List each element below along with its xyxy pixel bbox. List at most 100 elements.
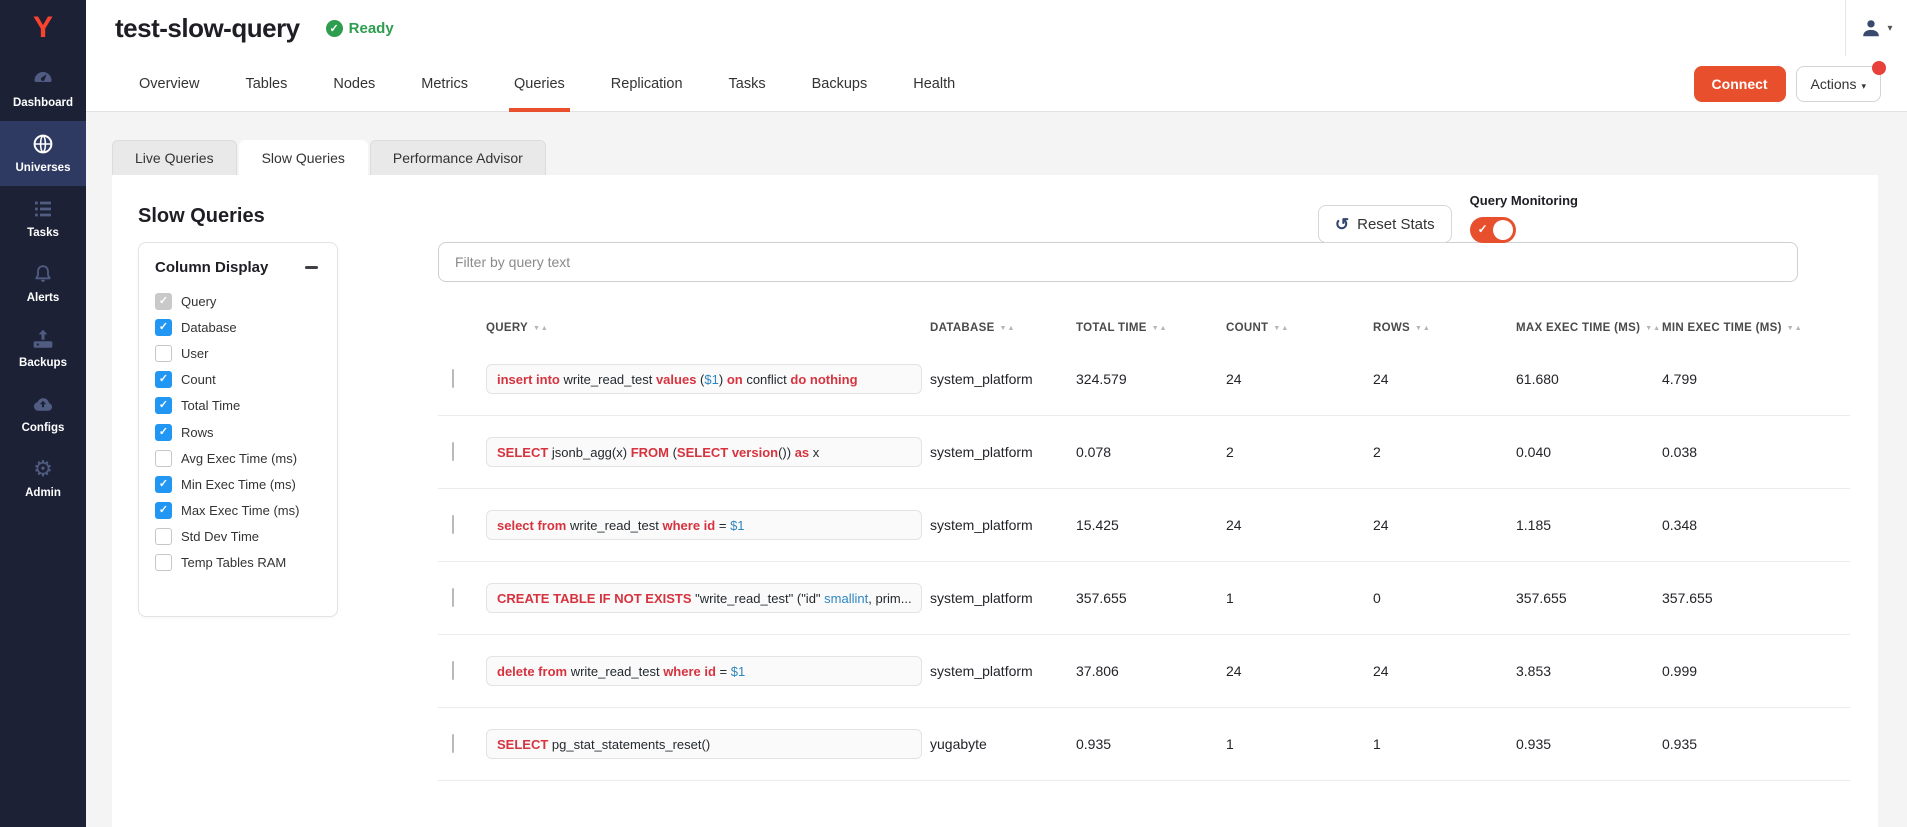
row-checkbox[interactable]: [452, 442, 454, 461]
reset-stats-button[interactable]: ↺ Reset Stats: [1318, 205, 1452, 243]
column-option-query[interactable]: ✓ Query: [155, 288, 321, 314]
query-monitoring-toggle[interactable]: ✓: [1470, 217, 1516, 243]
subtab-performance-advisor[interactable]: Performance Advisor: [370, 140, 546, 175]
checkbox[interactable]: ✓: [155, 319, 172, 336]
sort-icon[interactable]: ▼▲: [1645, 325, 1661, 332]
app-window: Y Dashboard Universes Tasks Alerts Backu…: [0, 0, 1907, 827]
nav-tab-nodes[interactable]: Nodes: [310, 56, 398, 112]
checkbox[interactable]: ✓: [155, 397, 172, 414]
query-code[interactable]: CREATE TABLE IF NOT EXISTS "write_read_t…: [486, 583, 922, 613]
rows-cell: 24: [1373, 517, 1516, 533]
total-time-cell: 0.935: [1076, 736, 1226, 752]
checkbox[interactable]: ✓: [155, 528, 172, 545]
checkbox[interactable]: ✓: [155, 502, 172, 519]
column-option-label: Query: [181, 294, 216, 309]
column-option-min-exec-time-ms[interactable]: ✓ Min Exec Time (ms): [155, 471, 321, 497]
actions-button-label: Actions: [1811, 76, 1857, 92]
sidebar-item-configs[interactable]: Configs: [0, 381, 86, 446]
column-header-max-exec-time-ms[interactable]: MAX EXEC TIME (MS) ▼▲: [1516, 322, 1662, 334]
nav-tab-overview[interactable]: Overview: [116, 56, 222, 112]
nav-tab-health[interactable]: Health: [890, 56, 978, 112]
min-exec-time-cell: 357.655: [1662, 590, 1848, 606]
sort-icon[interactable]: ▼▲: [1415, 325, 1431, 332]
column-option-avg-exec-time-ms[interactable]: ✓ Avg Exec Time (ms): [155, 445, 321, 471]
checkbox[interactable]: ✓: [155, 424, 172, 441]
column-header-min-exec-time-ms[interactable]: MIN EXEC TIME (MS) ▼▲: [1662, 322, 1848, 334]
column-option-label: Std Dev Time: [181, 529, 259, 544]
chevron-down-icon: ▾: [1887, 23, 1892, 34]
query-code[interactable]: insert into write_read_test values ($1) …: [486, 364, 922, 394]
main-area: test-slow-query ✓ Ready ▾ OverviewTables…: [86, 0, 1907, 827]
column-option-label: Min Exec Time (ms): [181, 477, 296, 492]
query-code[interactable]: select from write_read_test where id = $…: [486, 510, 922, 540]
sort-icon[interactable]: ▼▲: [1787, 325, 1803, 332]
column-option-label: Database: [181, 320, 237, 335]
sort-icon[interactable]: ▼▲: [533, 325, 549, 332]
row-checkbox[interactable]: [452, 515, 454, 534]
sidebar: Y Dashboard Universes Tasks Alerts Backu…: [0, 0, 86, 827]
checkbox[interactable]: ✓: [155, 293, 172, 310]
table-row: SELECT jsonb_agg(x) FROM (SELECT version…: [438, 416, 1850, 489]
checkbox[interactable]: ✓: [155, 345, 172, 362]
sidebar-item-admin[interactable]: ⚙ Admin: [0, 446, 86, 511]
title-row: test-slow-query ✓ Ready ▾: [86, 0, 1907, 56]
subtab-slow-queries[interactable]: Slow Queries: [239, 140, 368, 175]
column-header-rows[interactable]: ROWS ▼▲: [1373, 322, 1516, 334]
sort-icon[interactable]: ▼▲: [1000, 325, 1016, 332]
query-code[interactable]: delete from write_read_test where id = $…: [486, 656, 922, 686]
collapse-column-display-button[interactable]: [305, 261, 321, 275]
nav-tab-tables[interactable]: Tables: [222, 56, 310, 112]
connect-button[interactable]: Connect: [1694, 66, 1786, 102]
top-bar: test-slow-query ✓ Ready ▾ OverviewTables…: [86, 0, 1907, 112]
checkbox[interactable]: ✓: [155, 371, 172, 388]
sidebar-item-backups[interactable]: Backups: [0, 316, 86, 381]
column-option-total-time[interactable]: ✓ Total Time: [155, 393, 321, 419]
column-header-query[interactable]: QUERY ▼▲: [486, 322, 930, 334]
sort-icon[interactable]: ▼▲: [1152, 325, 1168, 332]
column-option-temp-tables-ram[interactable]: ✓ Temp Tables RAM: [155, 550, 321, 576]
row-checkbox[interactable]: [452, 588, 454, 607]
column-option-std-dev-time[interactable]: ✓ Std Dev Time: [155, 524, 321, 550]
user-menu[interactable]: ▾: [1845, 0, 1907, 56]
total-time-cell: 15.425: [1076, 517, 1226, 533]
nav-tab-backups[interactable]: Backups: [789, 56, 891, 112]
query-code[interactable]: SELECT pg_stat_statements_reset(): [486, 729, 922, 759]
table-header-row: QUERY ▼▲ DATABASE ▼▲ TOTAL TIME ▼▲ COUNT…: [438, 313, 1850, 343]
query-subtabs: Live QueriesSlow QueriesPerformance Advi…: [112, 140, 1878, 175]
content-area: Live QueriesSlow QueriesPerformance Advi…: [86, 112, 1907, 827]
sidebar-item-dashboard[interactable]: Dashboard: [0, 56, 86, 121]
nav-tab-replication[interactable]: Replication: [588, 56, 706, 112]
column-option-database[interactable]: ✓ Database: [155, 314, 321, 340]
check-icon: ✓: [159, 400, 168, 411]
actions-button[interactable]: Actions▾: [1796, 66, 1881, 102]
subtab-live-queries[interactable]: Live Queries: [112, 140, 237, 175]
query-code[interactable]: SELECT jsonb_agg(x) FROM (SELECT version…: [486, 437, 922, 467]
yugabyte-logo[interactable]: Y: [0, 0, 86, 56]
column-option-user[interactable]: ✓ User: [155, 340, 321, 366]
sidebar-item-universes[interactable]: Universes: [0, 121, 86, 186]
row-checkbox[interactable]: [452, 369, 454, 388]
database-cell: yugabyte: [930, 736, 1076, 752]
rows-cell: 1: [1373, 736, 1516, 752]
query-filter-input[interactable]: [438, 242, 1798, 282]
sidebar-item-alerts[interactable]: Alerts: [0, 251, 86, 316]
column-header-count[interactable]: COUNT ▼▲: [1226, 322, 1373, 334]
column-display-options: ✓ Query ✓ Database ✓ User ✓ Count ✓ Tota…: [155, 288, 321, 576]
column-option-rows[interactable]: ✓ Rows: [155, 419, 321, 445]
sort-icon[interactable]: ▼▲: [1273, 325, 1289, 332]
sidebar-item-tasks[interactable]: Tasks: [0, 186, 86, 251]
nav-tab-queries[interactable]: Queries: [491, 56, 588, 112]
nav-tab-metrics[interactable]: Metrics: [398, 56, 491, 112]
checkbox[interactable]: ✓: [155, 476, 172, 493]
checkbox[interactable]: ✓: [155, 554, 172, 571]
row-checkbox[interactable]: [452, 661, 454, 680]
nav-tab-tasks[interactable]: Tasks: [706, 56, 789, 112]
column-option-max-exec-time-ms[interactable]: ✓ Max Exec Time (ms): [155, 498, 321, 524]
row-checkbox[interactable]: [452, 734, 454, 753]
column-header-total-time[interactable]: TOTAL TIME ▼▲: [1076, 322, 1226, 334]
column-option-count[interactable]: ✓ Count: [155, 367, 321, 393]
column-header-database[interactable]: DATABASE ▼▲: [930, 322, 1076, 334]
column-option-label: Max Exec Time (ms): [181, 503, 299, 518]
database-cell: system_platform: [930, 517, 1076, 533]
checkbox[interactable]: ✓: [155, 450, 172, 467]
